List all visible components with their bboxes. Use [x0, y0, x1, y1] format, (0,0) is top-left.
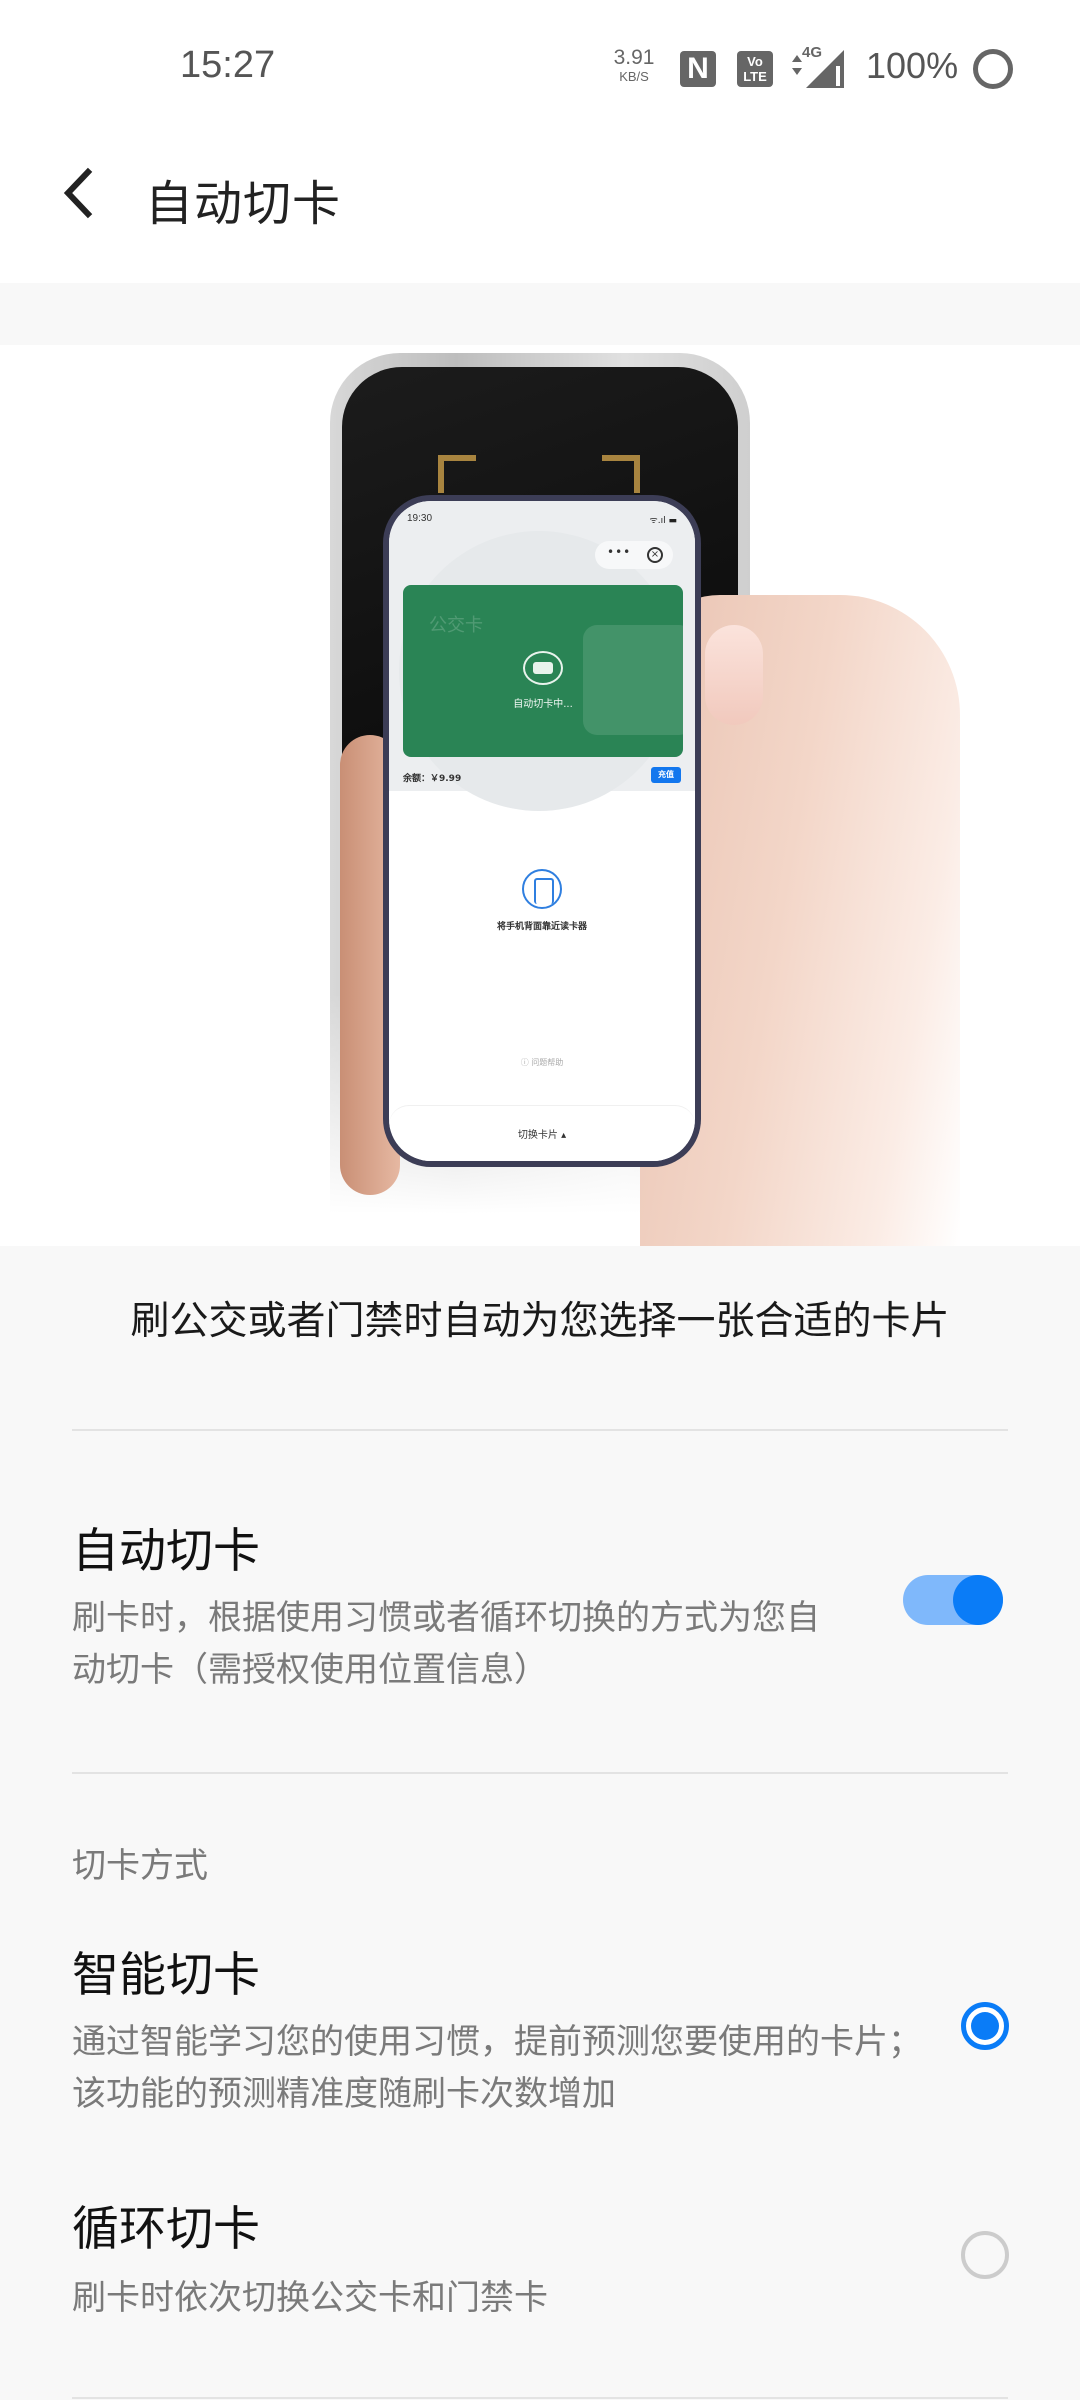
- mockup-bottom-bar: 切换卡片 ▴: [389, 1105, 695, 1161]
- auto-switch-toggle[interactable]: [903, 1575, 1003, 1625]
- volte-icon: Vo LTE: [737, 51, 773, 87]
- option-title: 循环切卡: [72, 2202, 260, 2257]
- network-speed: 3.91 KB/S: [608, 47, 660, 83]
- more-icon: •••: [607, 545, 632, 559]
- nfc-tap-icon: [522, 869, 562, 909]
- phone-mockup: 19:30 ᯤ.ıl ▬ ••• × 公交卡 自动切卡中... 余额：￥9.99…: [383, 495, 701, 1167]
- mockup-capsule: ••• ×: [595, 541, 673, 569]
- divider: [72, 1429, 1008, 1431]
- card-switch-icon: [523, 651, 563, 685]
- status-time: 15:27: [180, 44, 276, 86]
- tap-hint: 将手机背面靠近读卡器: [496, 922, 587, 932]
- option-description: 通过智能学习您的使用习惯，提前预测您要使用的卡片；该功能的预测精准度随刷卡次数增…: [72, 2022, 922, 2114]
- volte-bottom: LTE: [743, 69, 767, 84]
- transit-card: 公交卡 自动切卡中...: [403, 585, 683, 757]
- thumb-nail: [705, 625, 763, 725]
- network-speed-value: 3.91: [613, 46, 655, 69]
- divider: [72, 1772, 1008, 1774]
- feature-intro: 刷公交或者门禁时自动为您选择一张合适的卡片: [130, 1299, 950, 1344]
- close-icon: ×: [647, 547, 663, 563]
- bus-icon: [583, 625, 683, 735]
- auto-switch-title: 自动切卡: [72, 1524, 260, 1579]
- status-bar: 15:27 3.91 KB/S N Vo LTE 4G 100%: [0, 0, 1080, 130]
- page-title: 自动切卡: [145, 176, 342, 232]
- auto-switch-description: 刷卡时，根据使用习惯或者循环切换的方式为您自动切卡（需授权使用位置信息）: [72, 1598, 820, 1690]
- help-link: ⓘ 问题帮助: [520, 1058, 564, 1067]
- phone-mockup-screen: 19:30 ᯤ.ıl ▬ ••• × 公交卡 自动切卡中... 余额：￥9.99…: [389, 501, 695, 1161]
- card-status: 自动切卡中...: [513, 699, 573, 710]
- chevron-left-icon: [63, 167, 93, 219]
- mockup-time: 19:30: [407, 513, 433, 524]
- option-title: 智能切卡: [72, 1948, 260, 2003]
- section-label-switch-mode: 切卡方式: [72, 1846, 208, 1886]
- divider: [72, 2397, 1008, 2399]
- recharge-badge: 充值: [651, 767, 681, 783]
- network-speed-unit: KB/S: [619, 69, 649, 84]
- battery-percent: 100%: [866, 45, 959, 86]
- signal-4g-icon: 4G: [788, 44, 846, 88]
- radio-smart-switch[interactable]: [961, 2002, 1009, 2050]
- scan-bracket-right: [602, 455, 640, 493]
- mockup-status-icons: ᯤ.ıl ▬: [649, 516, 677, 526]
- back-button[interactable]: [56, 166, 104, 220]
- radio-cycle-switch[interactable]: [961, 2231, 1009, 2279]
- volte-top: Vo: [747, 54, 763, 69]
- auto-switch-card-screen: 15:27 3.91 KB/S N Vo LTE 4G 100% 自动切卡 19…: [0, 0, 1080, 2400]
- card-name: 公交卡: [429, 615, 483, 636]
- feature-illustration: 19:30 ᯤ.ıl ▬ ••• × 公交卡 自动切卡中... 余额：￥9.99…: [0, 345, 1080, 1246]
- network-type: 4G: [802, 44, 823, 61]
- nfc-icon: N: [680, 51, 716, 87]
- app-header: 自动切卡: [0, 130, 1080, 283]
- spacer-band: [0, 283, 1080, 345]
- option-description: 刷卡时依次切换公交卡和门禁卡: [72, 2278, 548, 2318]
- battery-icon: [973, 49, 1013, 89]
- toggle-thumb: [953, 1575, 1003, 1625]
- card-balance: 余额：￥9.99: [403, 774, 462, 784]
- scan-bracket-left: [438, 455, 476, 493]
- switch-card-label: 切换卡片 ▴: [517, 1130, 567, 1141]
